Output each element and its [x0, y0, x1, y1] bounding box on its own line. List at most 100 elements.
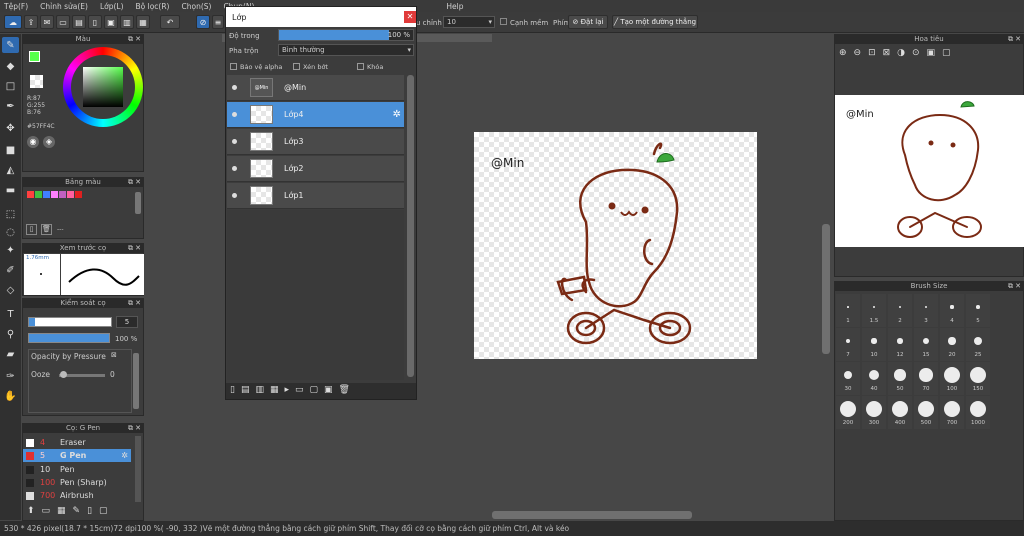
brush-item-g-pen[interactable]: 5 G Pen ✲ — [23, 449, 131, 462]
palette-swatch[interactable] — [35, 191, 42, 198]
navigator-toolbar[interactable]: ⊕⊖⊡⊠◑⊙▣▢ — [839, 48, 958, 58]
brush-size-value[interactable]: 5 — [116, 316, 138, 328]
dropper-icon[interactable]: ⚲ — [2, 326, 19, 342]
brush-size-cell[interactable]: 30 — [836, 362, 860, 395]
eyedropper-icon[interactable]: ✑ — [2, 368, 19, 384]
palette-scrollbar[interactable] — [135, 192, 141, 214]
stabilizer-icon[interactable]: ⊘ — [196, 15, 210, 29]
canvas-page[interactable]: @Min — [474, 132, 757, 359]
brush-list-scrollbar[interactable] — [135, 436, 141, 502]
brush-size-cell[interactable]: 5 — [966, 294, 990, 327]
visibility-icon[interactable] — [232, 166, 237, 171]
palette-icon[interactable]: ◉ — [27, 136, 39, 148]
brush-size-cell[interactable]: 20 — [940, 328, 964, 361]
clipping-checkbox[interactable] — [293, 63, 300, 70]
layer-panel-toolbar[interactable]: ▯▤▥▦▸▭▢▣🗑 — [226, 383, 416, 399]
restore-icon[interactable]: ⧉ — [128, 424, 133, 433]
brush-item-eraser[interactable]: 4 Eraser — [23, 436, 131, 449]
foreground-color-swatch[interactable] — [29, 51, 40, 62]
select-eraser-icon[interactable]: ◇ — [2, 282, 19, 298]
layer-item-lop3[interactable]: Lớp3 — [227, 129, 404, 155]
restore-icon[interactable]: ⧉ — [1008, 35, 1013, 44]
hatch-icon[interactable]: ≡ — [212, 15, 224, 29]
export-icon[interactable]: ⇪ — [24, 15, 38, 29]
undo-icon[interactable]: ↶ — [160, 15, 180, 29]
palette-swatch[interactable] — [51, 191, 58, 198]
navigator-preview[interactable]: @Min — [835, 95, 1024, 247]
brush-size-cell[interactable]: 100 — [940, 362, 964, 395]
layer-list-scrollbar[interactable] — [407, 75, 414, 377]
new-color-icon[interactable]: ▯ — [26, 224, 37, 235]
brush-size-cell[interactable]: 3 — [914, 294, 938, 327]
restore-icon[interactable]: ⧉ — [1008, 282, 1013, 291]
ooze-slider-handle[interactable] — [60, 371, 67, 378]
brush-size-cell[interactable]: 4 — [940, 294, 964, 327]
gradient-icon[interactable]: ▬ — [2, 182, 19, 198]
brush-size-cell[interactable]: 7 — [836, 328, 860, 361]
horizontal-scrollbar[interactable] — [492, 511, 692, 519]
close-icon[interactable]: ✕ — [135, 244, 141, 252]
close-icon[interactable]: ✕ — [135, 178, 141, 186]
color-picker-icon[interactable]: ◈ — [43, 136, 55, 148]
layer-item-lop1[interactable]: Lớp1 — [227, 183, 404, 209]
brush-size-cell[interactable]: 200 — [836, 396, 860, 429]
brush-opacity-slider[interactable] — [28, 333, 110, 343]
brush-size-cell[interactable]: 300 — [862, 396, 886, 429]
chat-icon[interactable]: ✉ — [40, 15, 54, 29]
straight-line-button[interactable]: ╱ Tạo một đường thẳng — [612, 15, 698, 29]
close-icon[interactable]: ✕ — [1015, 35, 1021, 43]
divide-icon[interactable]: ▰ — [2, 346, 19, 362]
eraser-tool-icon[interactable]: ◆ — [2, 58, 19, 74]
layers-icon[interactable]: ▥ — [120, 15, 134, 29]
correction-select[interactable]: 10 ▾ — [443, 16, 495, 28]
brush-tool-icon[interactable]: ✎ — [2, 37, 19, 53]
layer-item-lop4[interactable]: Lớp4 ✲ — [227, 102, 404, 128]
protect-alpha-checkbox[interactable] — [230, 63, 237, 70]
palette-swatch[interactable] — [59, 191, 66, 198]
close-icon[interactable]: ✕ — [404, 11, 416, 23]
brush-size-cell[interactable]: 500 — [914, 396, 938, 429]
gear-icon[interactable]: ✲ — [121, 451, 131, 460]
brush-size-cell[interactable]: 12 — [888, 328, 912, 361]
document-icon[interactable]: ▤ — [72, 15, 86, 29]
brush-size-cell[interactable]: 700 — [940, 396, 964, 429]
palette-swatch[interactable] — [43, 191, 50, 198]
close-icon[interactable]: ✕ — [135, 35, 141, 43]
vertical-scrollbar[interactable] — [822, 224, 830, 354]
blend-mode-select[interactable]: Bình thường ▾ — [278, 44, 414, 56]
speech-icon[interactable]: ▭ — [56, 15, 70, 29]
magic-wand-icon[interactable]: ✦ — [2, 242, 19, 258]
select-rect-icon[interactable]: ⬚ — [2, 206, 19, 222]
visibility-icon[interactable] — [232, 85, 237, 90]
save-icon[interactable]: ▣ — [104, 15, 118, 29]
restore-icon[interactable]: ⧉ — [128, 299, 133, 308]
brush-control-scrollbar[interactable] — [133, 353, 139, 409]
close-icon[interactable]: ✕ — [1015, 282, 1021, 290]
brush-size-slider[interactable] — [28, 317, 112, 327]
layer-item-min[interactable]: @Min @Min — [227, 75, 404, 101]
brush-size-cell[interactable]: 400 — [888, 396, 912, 429]
lock-checkbox[interactable] — [357, 63, 364, 70]
lasso-icon[interactable]: ◌ — [2, 224, 19, 240]
bucket-icon[interactable]: ◭ — [2, 162, 19, 178]
smooth-checkbox[interactable] — [500, 18, 507, 25]
move-tool-icon[interactable]: ✥ — [2, 120, 19, 136]
close-icon[interactable]: ✕ — [135, 424, 141, 432]
layer-item-lop2[interactable]: Lớp2 — [227, 156, 404, 182]
brush-size-cell[interactable]: 10 — [862, 328, 886, 361]
brush-size-cell[interactable]: 40 — [862, 362, 886, 395]
menu-edit[interactable]: Chỉnh sửa(E) — [40, 2, 88, 11]
pen-tool-icon[interactable]: ✒ — [2, 98, 19, 114]
palette-swatch[interactable] — [75, 191, 82, 198]
brush-item-pen[interactable]: 10 Pen — [23, 463, 131, 476]
brush-size-cell[interactable]: 25 — [966, 328, 990, 361]
brush-list-toolbar[interactable]: ⬆▭▦✎▯▢ — [27, 506, 115, 516]
menu-filter[interactable]: Bộ lọc(R) — [136, 2, 170, 11]
menu-file[interactable]: Tệp(F) — [4, 2, 28, 11]
hand-tool-icon[interactable]: ✋ — [2, 388, 19, 404]
brush-size-cell[interactable]: 70 — [914, 362, 938, 395]
brush-size-cell[interactable]: 1.5 — [862, 294, 886, 327]
brush-size-cell[interactable]: 1000 — [966, 396, 990, 429]
brush-item-airbrush[interactable]: 700 Airbrush — [23, 489, 131, 502]
palette-swatch[interactable] — [27, 191, 34, 198]
